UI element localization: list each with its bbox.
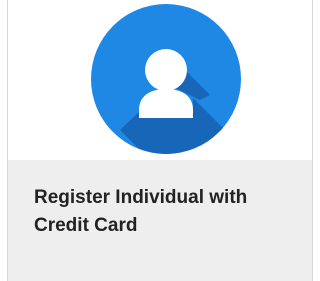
card-title[interactable]: Register Individual with Credit Card [34, 184, 284, 240]
card-footer: Register Individual with Credit Card [8, 160, 312, 281]
user-avatar-icon [90, 0, 242, 160]
register-individual-credit-card-tile[interactable]: Register Individual with Credit Card [7, 0, 313, 281]
card-image [8, 0, 312, 160]
